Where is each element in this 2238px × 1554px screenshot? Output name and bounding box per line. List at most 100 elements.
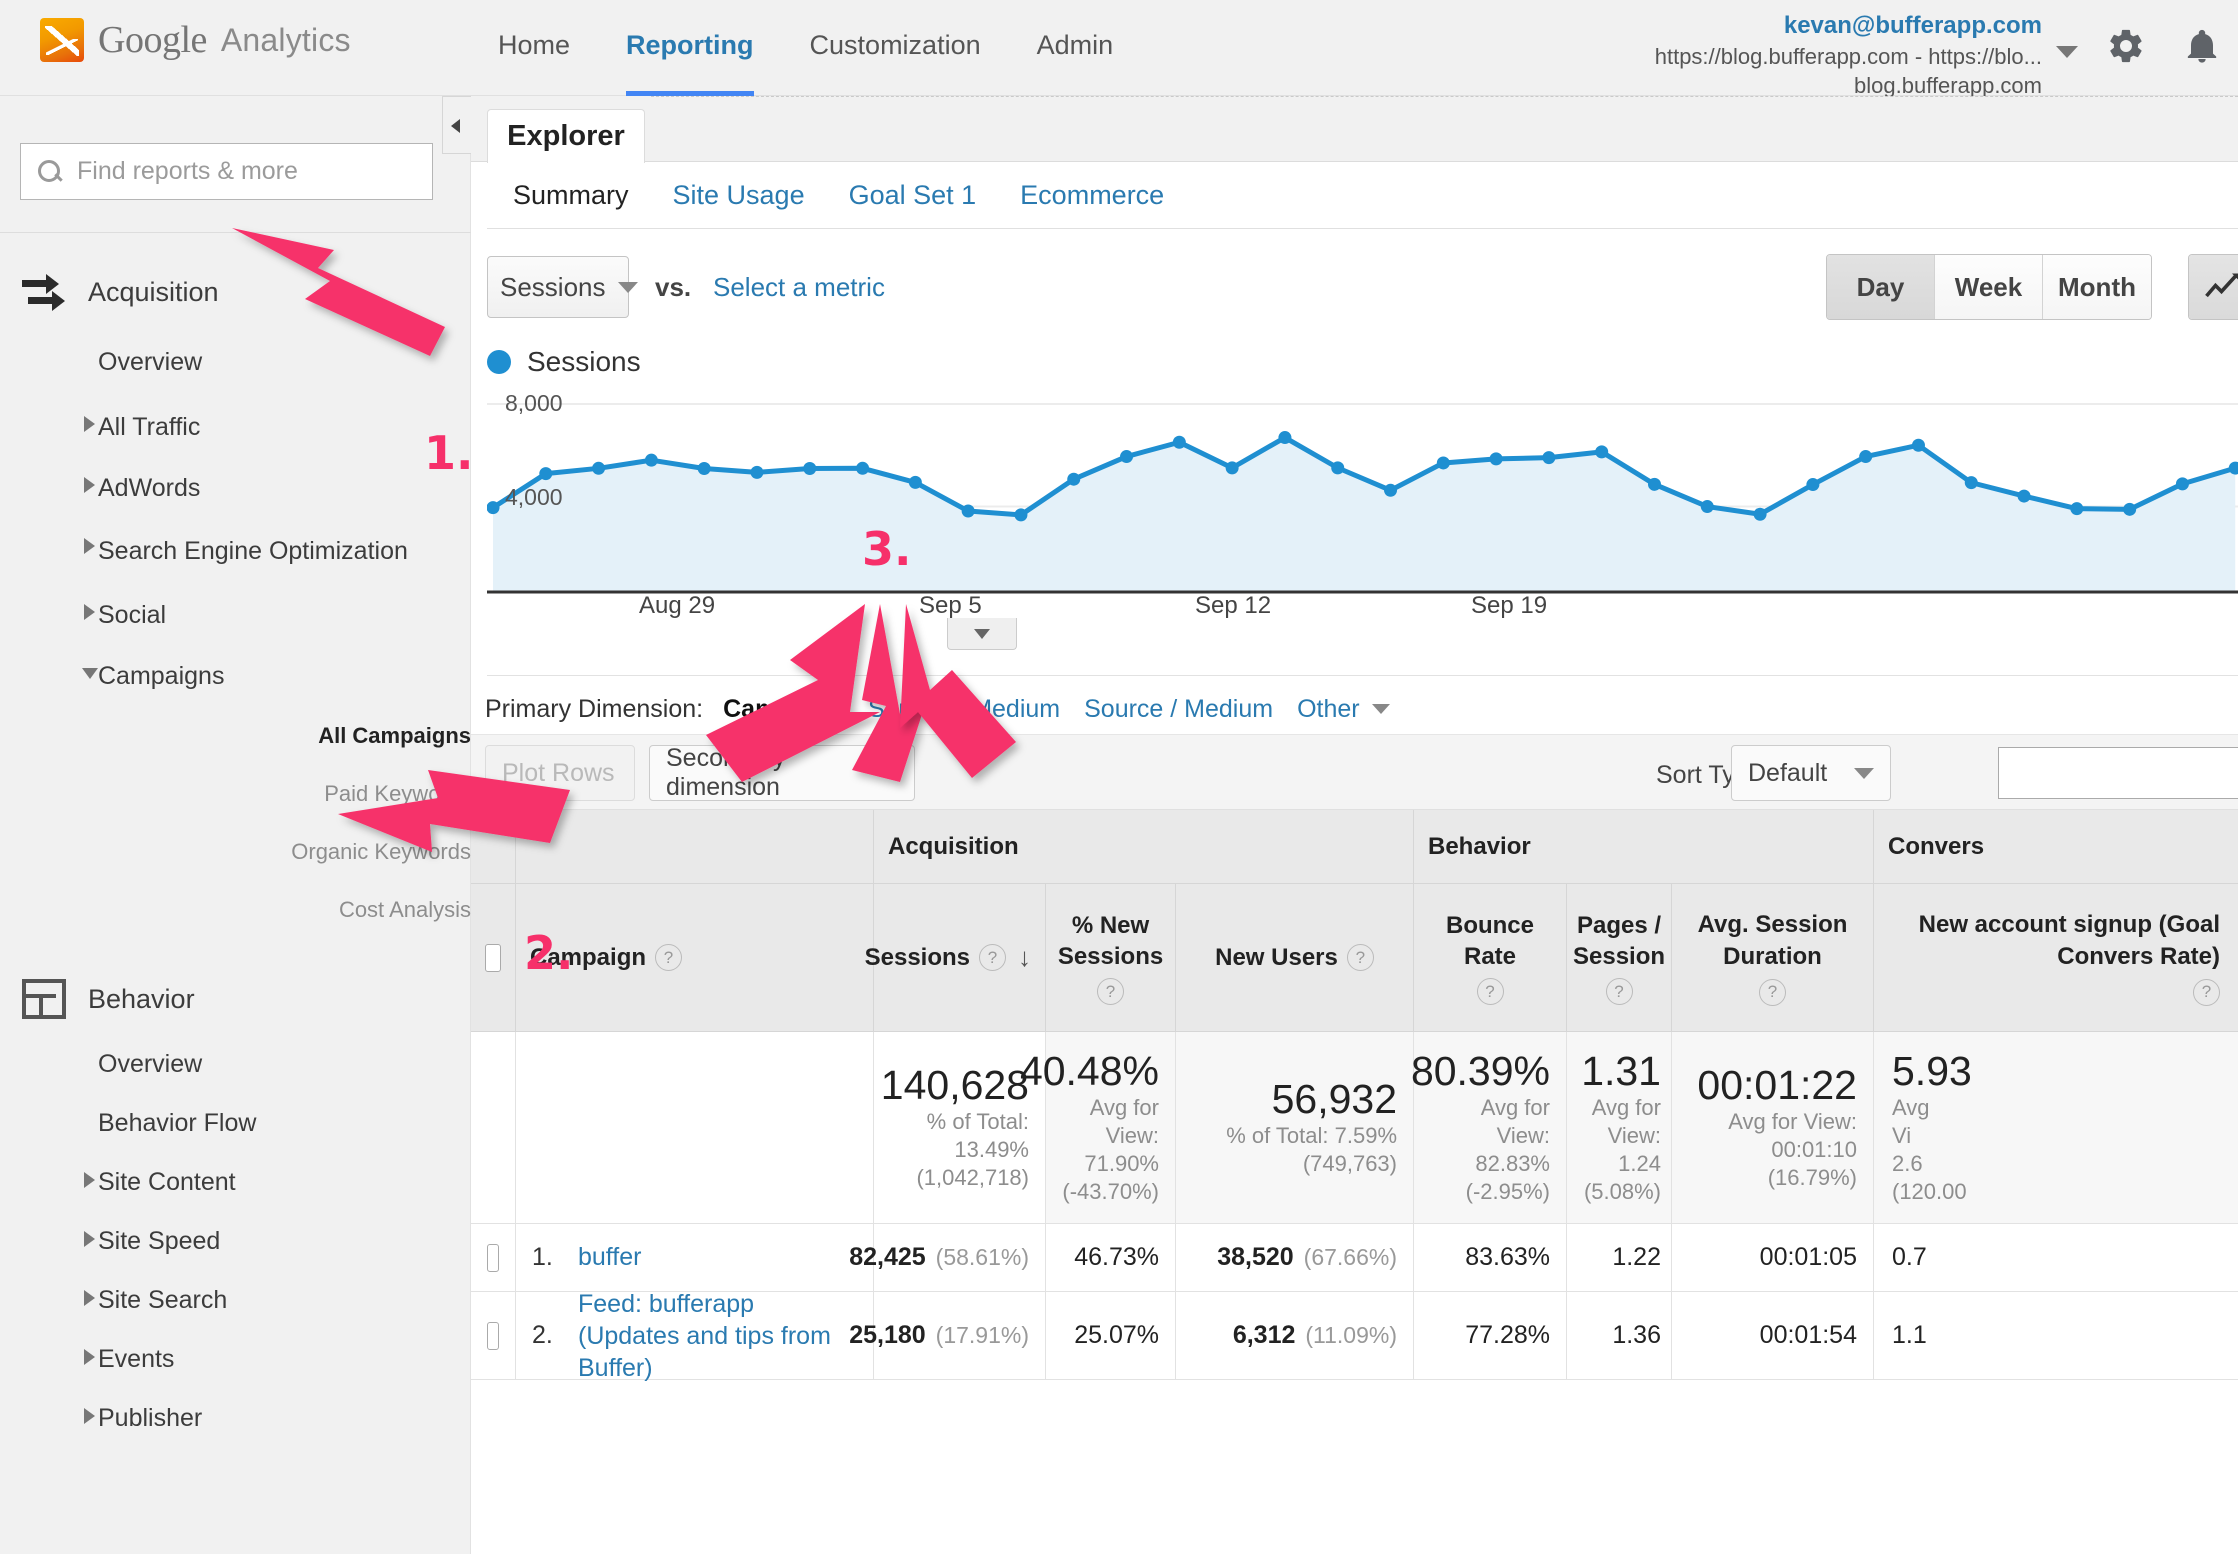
help-icon[interactable]: ? bbox=[655, 944, 682, 971]
sidebar-item-behavior-overview[interactable]: Overview bbox=[0, 1035, 471, 1094]
sidebar-item-search-engine-optimization[interactable]: Search Engine Optimization bbox=[0, 519, 471, 585]
nav-admin[interactable]: Admin bbox=[1009, 0, 1142, 96]
sessions-line-chart[interactable]: 8,000 4,000 Aug 29 Sep 5 Sep 12 Sep 19 bbox=[487, 396, 2238, 626]
help-icon[interactable]: ? bbox=[2193, 979, 2220, 1006]
help-icon[interactable]: ? bbox=[1097, 978, 1124, 1005]
sidebar-item-events[interactable]: Events bbox=[0, 1330, 471, 1389]
help-icon[interactable]: ? bbox=[1477, 978, 1504, 1005]
sort-type-select[interactable]: Default bbox=[1731, 745, 1891, 801]
line-chart-icon[interactable] bbox=[2189, 255, 2238, 319]
primary-dimension-source[interactable]: Source bbox=[868, 695, 947, 724]
column-header-new-sessions-pct[interactable]: % New Sessions ? bbox=[1045, 884, 1175, 1032]
row-goal-rate-cell: 0.7 bbox=[1873, 1224, 2238, 1292]
subtab-goal-set-1[interactable]: Goal Set 1 bbox=[827, 180, 999, 211]
subtab-site-usage[interactable]: Site Usage bbox=[651, 180, 827, 211]
plot-rows-button[interactable]: Plot Rows bbox=[485, 745, 635, 801]
column-label: Sessions bbox=[865, 944, 970, 972]
sidebar-section-behavior[interactable]: Behavior bbox=[0, 963, 471, 1035]
chevron-right-icon bbox=[84, 538, 95, 554]
granularity-day[interactable]: Day bbox=[1827, 255, 1935, 319]
table-row[interactable]: 1. buffer 82,425 (58.61%) 46.73% 38,520 … bbox=[471, 1224, 2238, 1292]
sidebar-section-label: Acquisition bbox=[88, 277, 219, 308]
chevron-right-icon bbox=[84, 604, 95, 620]
select-a-metric-link[interactable]: Select a metric bbox=[713, 272, 885, 303]
column-header-bounce-rate[interactable]: Bounce Rate ? bbox=[1413, 884, 1566, 1032]
row-checkbox[interactable] bbox=[487, 1322, 499, 1350]
row-new-users-cell: 38,520 (67.66%) bbox=[1175, 1224, 1413, 1292]
column-header-pages-session[interactable]: Pages / Session ? bbox=[1566, 884, 1671, 1032]
sidebar-item-campaigns[interactable]: Campaigns bbox=[0, 646, 471, 707]
campaign-link[interactable]: buffer bbox=[578, 1243, 641, 1272]
secondary-dimension-button[interactable]: Secondary dimension bbox=[649, 745, 915, 801]
new-users-pct: (67.66%) bbox=[1304, 1244, 1397, 1271]
sessions-pct: (17.91%) bbox=[936, 1322, 1029, 1349]
column-header-avg-session-duration[interactable]: Avg. Session Duration ? bbox=[1671, 884, 1873, 1032]
primary-dimension-campaign[interactable]: Campaign bbox=[723, 695, 844, 724]
chevron-down-icon[interactable] bbox=[1372, 704, 1390, 714]
column-header-sessions[interactable]: Sessions ? ↓ bbox=[873, 884, 1045, 1032]
sidebar-collapse-button[interactable] bbox=[442, 96, 471, 154]
sidebar-item-adwords[interactable]: AdWords bbox=[0, 458, 471, 519]
sidebar-item-all-traffic[interactable]: All Traffic bbox=[0, 397, 471, 458]
gear-icon[interactable] bbox=[2106, 26, 2146, 66]
google-analytics-logo[interactable]: Google Analytics bbox=[40, 18, 351, 62]
help-icon[interactable]: ? bbox=[1347, 944, 1374, 971]
subtab-summary[interactable]: Summary bbox=[491, 180, 651, 211]
account-selector[interactable]: kevan@bufferapp.com https://blog.buffera… bbox=[1562, 10, 2042, 100]
help-icon[interactable]: ? bbox=[979, 944, 1006, 971]
primary-dimension-other[interactable]: Other bbox=[1297, 695, 1360, 724]
row-checkbox-cell[interactable] bbox=[471, 1292, 515, 1380]
primary-dimension-row: Primary Dimension: Campaign Source Mediu… bbox=[471, 684, 2238, 734]
sidebar-item-cost-analysis[interactable]: Cost Analysis bbox=[0, 881, 471, 939]
column-header-new-users[interactable]: New Users ? bbox=[1175, 884, 1413, 1032]
help-icon[interactable]: ? bbox=[1759, 979, 1786, 1006]
chevron-down-icon bbox=[878, 768, 898, 779]
granularity-week[interactable]: Week bbox=[1935, 255, 2043, 319]
chevron-right-icon bbox=[84, 1408, 95, 1424]
column-label: New Users bbox=[1215, 944, 1338, 972]
subtab-ecommerce[interactable]: Ecommerce bbox=[998, 180, 1186, 211]
search-input[interactable]: Find reports & more bbox=[77, 157, 298, 186]
column-header-goal-conversion-rate[interactable]: New account signup (Goal Convers Rate) ? bbox=[1873, 884, 2238, 1032]
legend-label: Sessions bbox=[527, 346, 641, 378]
row-number: 2. bbox=[532, 1321, 578, 1350]
sidebar-item-paid-keywords[interactable]: Paid Keywords bbox=[0, 765, 471, 823]
nav-reporting[interactable]: Reporting bbox=[598, 0, 782, 96]
sidebar-item-all-campaigns[interactable]: All Campaigns bbox=[0, 707, 471, 765]
granularity-month[interactable]: Month bbox=[2043, 255, 2151, 319]
sidebar-item-label: Site Search bbox=[98, 1286, 227, 1314]
sidebar-item-organic-keywords[interactable]: Organic Keywords bbox=[0, 823, 471, 881]
row-checkbox-cell[interactable] bbox=[471, 1224, 515, 1292]
chart-expand-handle[interactable] bbox=[947, 618, 1017, 650]
nav-home[interactable]: Home bbox=[470, 0, 598, 96]
tab-explorer[interactable]: Explorer bbox=[487, 109, 645, 163]
granularity-segmented-control: Day Week Month bbox=[1826, 254, 2152, 320]
search-reports-box[interactable]: Find reports & more bbox=[20, 143, 433, 200]
primary-dimension-source-medium[interactable]: Source / Medium bbox=[1084, 695, 1273, 724]
x-axis-tick-aug-29: Aug 29 bbox=[639, 592, 715, 620]
primary-dimension-medium[interactable]: Medium bbox=[971, 695, 1060, 724]
chevron-down-icon[interactable] bbox=[2056, 46, 2078, 58]
row-checkbox[interactable] bbox=[487, 1244, 499, 1272]
sidebar-item-site-speed[interactable]: Site Speed bbox=[0, 1212, 471, 1271]
nav-customization[interactable]: Customization bbox=[782, 0, 1009, 96]
sidebar-item-publisher[interactable]: Publisher bbox=[0, 1389, 471, 1448]
sidebar-item-behavior-flow[interactable]: Behavior Flow bbox=[0, 1094, 471, 1153]
sidebar-item-overview[interactable]: Overview bbox=[0, 328, 471, 397]
sidebar-item-social[interactable]: Social bbox=[0, 585, 471, 646]
x-axis-tick-sep-5: Sep 5 bbox=[919, 592, 982, 620]
sidebar-item-site-search[interactable]: Site Search bbox=[0, 1271, 471, 1330]
sidebar-item-site-content[interactable]: Site Content bbox=[0, 1153, 471, 1212]
chevron-down-icon bbox=[618, 282, 638, 293]
table-row[interactable]: 2. Feed: bufferapp (Updates and tips fro… bbox=[471, 1292, 2238, 1380]
select-all-checkbox-cell[interactable] bbox=[471, 884, 515, 1032]
table-search-input[interactable] bbox=[1999, 748, 2238, 798]
table-search-box[interactable] bbox=[1998, 747, 2238, 799]
help-icon[interactable]: ? bbox=[1606, 978, 1633, 1005]
metric-selector-button[interactable]: Sessions bbox=[487, 256, 629, 318]
campaign-link[interactable]: Feed: bufferapp (Updates and tips from B… bbox=[578, 1288, 857, 1384]
bell-icon[interactable] bbox=[2182, 26, 2222, 66]
sidebar-section-acquisition[interactable]: Acquisition bbox=[0, 256, 471, 328]
select-all-checkbox[interactable] bbox=[485, 944, 501, 972]
row-new-sessions-pct-cell: 25.07% bbox=[1045, 1292, 1175, 1380]
